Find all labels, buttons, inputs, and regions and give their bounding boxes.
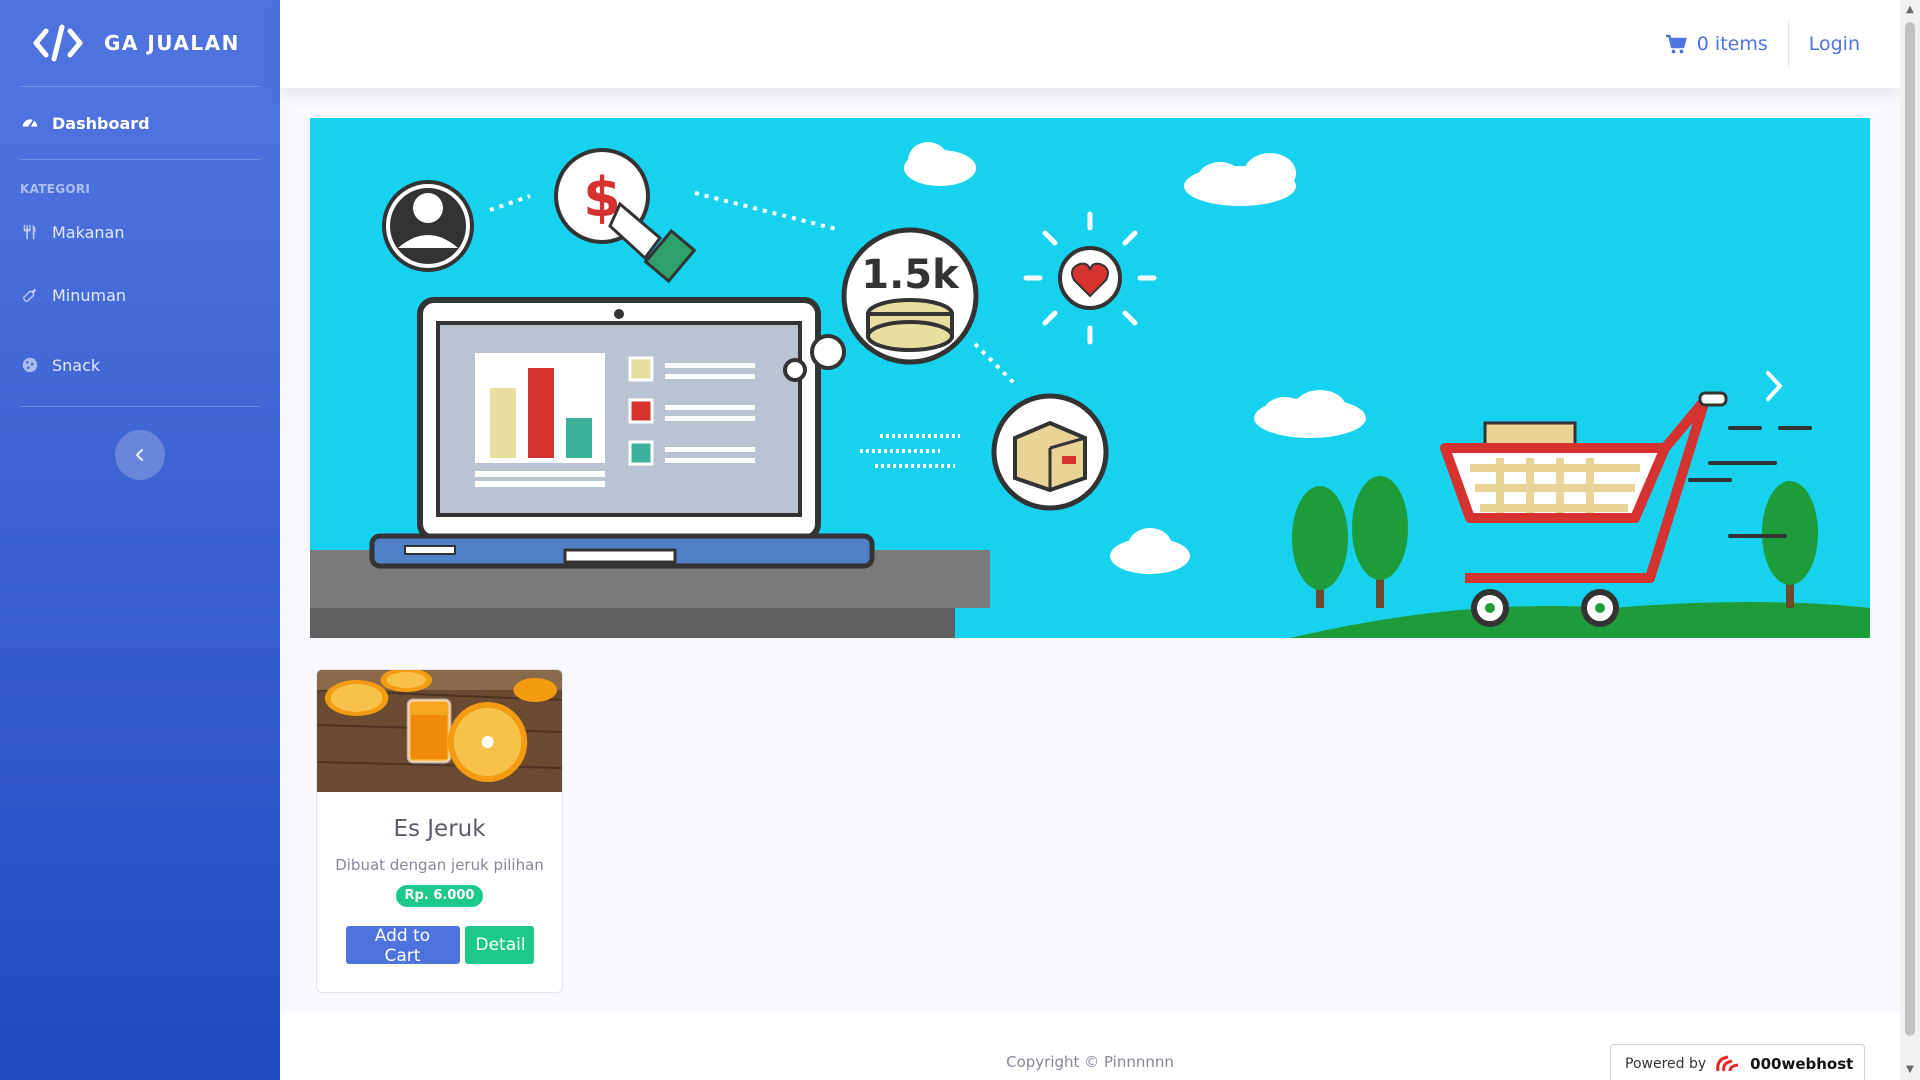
product-actions: Add to Cart Detail: [317, 926, 562, 966]
cookie-icon: [20, 355, 40, 375]
utensils-icon: [20, 222, 40, 242]
product-name: Es Jeruk: [393, 816, 486, 842]
coin-label: 1.5k: [861, 252, 960, 298]
add-to-cart-button[interactable]: Add to Cart: [345, 926, 460, 966]
cart-icon: [1665, 34, 1687, 54]
chevron-left-icon: [135, 448, 144, 462]
code-icon: [33, 24, 83, 62]
bottle-icon: [20, 285, 40, 305]
footer: Copyright © Pinnnnnn Powered by 000webho…: [280, 1013, 1900, 1080]
ecommerce-illustration: $ 1.5k: [310, 142, 1870, 638]
scroll-down-icon[interactable]: ▼: [1905, 1064, 1915, 1075]
cart-link[interactable]: 0 items: [1665, 33, 1788, 55]
product-description-block: Dibuat dengan jeruk pilihan Rp. 6.000: [317, 850, 562, 910]
product-image: [317, 670, 562, 792]
product-description: Dibuat dengan jeruk pilihan: [335, 856, 544, 874]
login-link[interactable]: Login: [1789, 33, 1860, 55]
page-scrollbar[interactable]: ▲ ▼: [1900, 0, 1920, 1080]
scroll-thumb[interactable]: [1905, 22, 1915, 1036]
product-card: Es Jeruk Dibuat dengan jeruk pilihan Rp.…: [316, 669, 563, 993]
brand-name: GA JUALAN: [104, 31, 240, 55]
sidebar-brand[interactable]: GA JUALAN: [0, 0, 280, 86]
tachometer-icon: [20, 113, 40, 133]
powered-brand: 000webhost: [1750, 1055, 1854, 1073]
scroll-up-icon[interactable]: ▲: [1905, 4, 1915, 15]
sidebar-item-makanan[interactable]: Makanan: [0, 204, 280, 260]
sidebar-item-dashboard[interactable]: Dashboard: [0, 87, 280, 159]
sidebar-item-label: Minuman: [52, 285, 127, 305]
sidebar-heading: KATEGORI: [20, 182, 91, 196]
sidebar-item-snack[interactable]: Snack: [0, 330, 280, 400]
topbar: 0 items Login: [280, 0, 1900, 88]
detail-button[interactable]: Detail: [464, 926, 534, 964]
sidebar-toggle-button[interactable]: [115, 430, 165, 480]
sidebar-item-minuman[interactable]: Minuman: [0, 260, 280, 330]
sidebar: GA JUALAN Dashboard KATEGORI Makanan Min…: [0, 0, 280, 1080]
sidebar-item-label: Dashboard: [52, 113, 150, 133]
sidebar-divider: [20, 406, 260, 407]
cart-count: 0 items: [1696, 33, 1768, 55]
sidebar-item-label: Makanan: [52, 222, 125, 242]
price-badge: Rp. 6.000: [395, 884, 484, 907]
promo-banner-carousel[interactable]: $ 1.5k: [310, 118, 1870, 638]
powered-prefix: Powered by: [1625, 1056, 1707, 1072]
powered-by-badge[interactable]: Powered by 000webhost: [1610, 1044, 1865, 1080]
sidebar-item-label: Snack: [52, 355, 101, 375]
webhost-logo-icon: [1716, 1055, 1739, 1072]
